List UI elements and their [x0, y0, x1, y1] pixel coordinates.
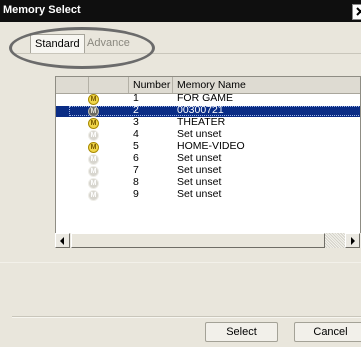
window-title: Memory Select: [3, 4, 81, 16]
row-memory-name: Set unset: [177, 164, 222, 176]
row-memory-name: Set unset: [177, 128, 222, 140]
header-memory-name[interactable]: Memory Name: [173, 77, 360, 93]
row-memory-name: Set unset: [177, 152, 222, 164]
divider: [12, 317, 361, 318]
row-number: 6: [133, 152, 139, 164]
left-arrow-icon: [60, 237, 64, 245]
tab-standard[interactable]: Standard: [30, 34, 85, 53]
row-number: 3: [133, 116, 139, 128]
memory-icon: M: [88, 94, 99, 105]
row-number: 1: [133, 92, 139, 104]
row-memory-name: HOME-VIDEO: [177, 140, 245, 152]
header-icon-column[interactable]: [89, 77, 129, 93]
header-blank-column[interactable]: [56, 77, 89, 93]
scroll-track[interactable]: [325, 233, 345, 248]
row-number: 5: [133, 140, 139, 152]
tab-advance[interactable]: Advance: [83, 34, 134, 52]
cancel-button[interactable]: Cancel: [294, 322, 361, 342]
row-number: 8: [133, 176, 139, 188]
list-row[interactable]: M 9 Set unset: [56, 188, 360, 201]
close-icon: [356, 7, 361, 16]
memory-icon: M: [88, 166, 99, 177]
memory-list[interactable]: Number Memory Name M 1 FOR GAME M 2 0030…: [55, 76, 361, 248]
tab-panel-border: [12, 53, 361, 54]
row-memory-name: THEATER: [177, 116, 226, 128]
row-memory-name: Set unset: [177, 176, 222, 188]
scroll-left-button[interactable]: [55, 233, 70, 248]
title-bar: Memory Select: [0, 0, 361, 22]
row-number: 9: [133, 188, 139, 200]
row-number: 4: [133, 128, 139, 140]
memory-icon: M: [88, 178, 99, 189]
memory-icon: M: [88, 130, 99, 141]
row-memory-name: FOR GAME: [177, 92, 234, 104]
memory-icon: M: [88, 190, 99, 201]
close-button[interactable]: [352, 4, 361, 20]
row-memory-name: 00300721: [177, 104, 224, 116]
memory-icon: M: [88, 142, 99, 153]
select-button[interactable]: Select: [205, 322, 278, 342]
row-number: 7: [133, 164, 139, 176]
row-number: 2: [133, 104, 139, 116]
horizontal-scrollbar[interactable]: [55, 233, 361, 248]
header-number[interactable]: Number: [129, 77, 173, 93]
row-memory-name: Set unset: [177, 188, 222, 200]
scroll-right-button[interactable]: [345, 233, 360, 248]
memory-select-window: Memory Select Standard Advance Number Me…: [0, 0, 361, 347]
scroll-thumb[interactable]: [71, 233, 325, 248]
memory-icon: M: [88, 154, 99, 165]
divider: [0, 262, 361, 263]
right-arrow-icon: [351, 237, 355, 245]
memory-icon: M: [88, 118, 99, 129]
memory-icon: M: [88, 106, 99, 117]
